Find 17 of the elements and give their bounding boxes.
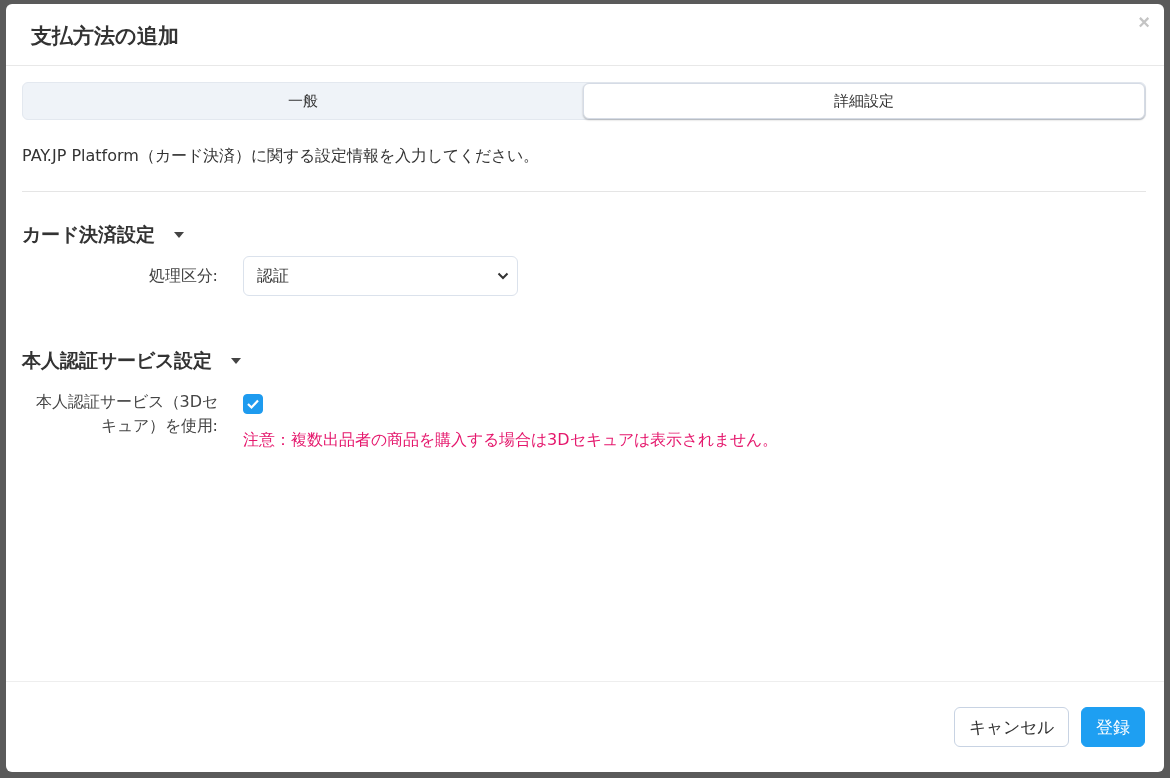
caret-icon[interactable] <box>230 357 242 365</box>
field-label: 処理区分: <box>147 265 219 287</box>
section-title: カード決済設定 <box>22 222 155 247</box>
tab[interactable]: 詳細設定 <box>583 83 1145 119</box>
process-type-select[interactable]: 認証 <box>243 256 518 296</box>
caret-icon[interactable] <box>173 231 185 239</box>
checkbox[interactable] <box>243 394 263 414</box>
chevron-down-icon <box>497 272 509 280</box>
checkmark-icon <box>246 398 260 410</box>
dialog-title: 支払方法の追加 <box>31 23 179 50</box>
select-value: 認証 <box>257 265 289 287</box>
cancel-button[interactable]: キャンセル <box>954 707 1069 747</box>
warning-note: 注意：複数出品者の商品を購入する場合は3Dセキュアは表示されません。 <box>243 430 779 451</box>
intro-text: PAY.JP Platform（カード決済）に関する設定情報を入力してください。 <box>22 146 540 167</box>
section-title: 本人認証サービス設定 <box>22 348 212 373</box>
tab[interactable]: 一般 <box>23 83 583 119</box>
field-label: 本人認証サービス（3Dセキュア）を使用: <box>34 391 219 437</box>
